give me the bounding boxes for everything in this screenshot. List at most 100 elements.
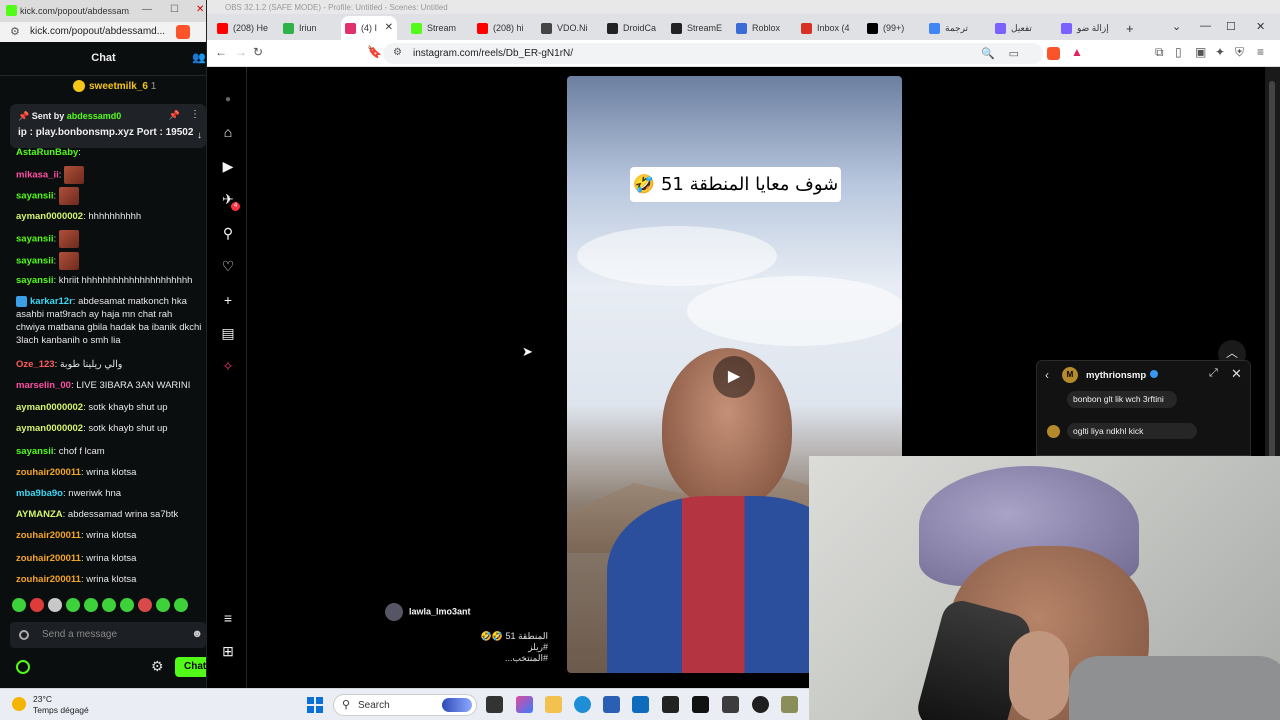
chat-username[interactable]: marselin_00 [16,380,71,391]
maximize-icon[interactable]: ☐ [170,4,179,15]
apps-icon[interactable]: ⊞ [220,643,236,659]
chat-username[interactable]: ayman0000002 [16,211,83,222]
quick-emote-icon[interactable] [66,598,80,612]
browser-tab[interactable]: (99+) [863,16,925,40]
vpn-icon[interactable]: ⛨ [1235,45,1244,60]
cast-icon[interactable]: ▭ [1009,47,1019,60]
chat-username[interactable]: ayman0000002 [16,423,83,434]
dm-chat-popup[interactable]: ‹ M mythrionsmp ⤢ ✕ bonbon glt lik wch 3… [1036,360,1251,456]
reel-description-line[interactable]: #ريلز [430,642,548,653]
chat-message[interactable]: zouhair200011: wrina klotsa [16,466,202,479]
browser-tab[interactable]: DroidCa [603,16,665,40]
kick-points-icon[interactable] [16,660,30,674]
browser-tab[interactable]: StreamE [667,16,729,40]
site-info-icon[interactable]: ⚙ [393,47,402,58]
extensions-icon[interactable]: ⧉ [1155,45,1164,60]
reload-icon[interactable]: ↻ [253,45,263,59]
quick-emote-icon[interactable] [12,598,26,612]
quick-emote-icon[interactable] [156,598,170,612]
dm-back-icon[interactable]: ‹ [1045,368,1049,382]
address-bar[interactable]: ⚙ instagram.com/reels/Db_ER-gN1rN/ 🔍 ▭ [383,43,1043,64]
chat-message[interactable]: AstaRunBaby: [16,148,202,159]
chat-username[interactable]: sayansii [16,275,54,286]
browser-tab[interactable]: ترجمة [925,16,987,40]
store-icon[interactable] [603,696,620,713]
browser-tab[interactable]: Iriun [279,16,341,40]
back-icon[interactable]: ← [215,45,227,59]
dm-avatar[interactable]: M [1062,367,1078,383]
chat-username[interactable]: AYMANZA [16,509,63,520]
emoji-picker-icon[interactable]: ☻ [191,628,203,640]
address-url[interactable]: instagram.com/reels/Db_ER-gN1rN/ [413,48,573,59]
chat-username[interactable]: zouhair200011 [16,530,81,541]
browser-tab[interactable]: Inbox (4 [797,16,859,40]
chat-message[interactable]: ayman0000002: sotk khayb shut up [16,401,202,414]
close-window-icon[interactable]: ✕ [1256,20,1265,33]
chat-message-input[interactable]: Send a message ☻ [10,622,206,648]
quick-emote-icon[interactable] [102,598,116,612]
chat-message[interactable]: ayman0000002: hhhhhhhhhh [16,210,202,223]
play-button-icon[interactable]: ▶ [713,356,755,398]
home-icon[interactable]: ⌂ [220,124,236,140]
chat-username[interactable]: mikasa_ii [16,170,59,181]
outlook-icon[interactable] [632,696,649,713]
dm-username[interactable]: mythrionsmp [1086,370,1146,381]
copilot-icon[interactable] [516,696,533,713]
browser-tab[interactable]: (208) hi [473,16,535,40]
browser-tab[interactable]: Roblox [732,16,794,40]
gifter-leaderboard[interactable]: sweetmilk_6 1 [0,77,206,97]
unpin-icon[interactable]: 📌 [169,110,180,121]
chat-username[interactable]: sayansii [16,256,54,267]
chat-username[interactable]: zouhair200011 [16,574,81,585]
chat-settings-gear-icon[interactable]: ⚙ [151,658,164,675]
chat-message[interactable]: sayansii: [16,187,202,205]
expand-pinned-icon[interactable]: ↓ [197,130,202,141]
quick-emote-icon[interactable] [138,598,152,612]
instagram-logo-icon[interactable]: ● [220,92,236,108]
menu-icon[interactable]: ≡ [1257,45,1264,59]
more-options-icon[interactable]: ⋮ [190,109,200,120]
chat-username[interactable]: sayansii [16,234,54,245]
chat-message[interactable]: marselin_00: LIVE 3IBARA 3AN WARINI [16,379,202,392]
close-icon[interactable]: ✕ [196,4,204,15]
edge-icon[interactable] [574,696,591,713]
chat-username[interactable]: zouhair200011 [16,467,81,478]
chat-username[interactable]: mba9ba9o [16,488,63,499]
chat-message[interactable]: mba9ba9o: nweriwk hna [16,487,202,500]
chat-message[interactable]: zouhair200011: wrina klotsa [16,529,202,542]
chat-username[interactable]: zouhair200011 [16,553,81,564]
quick-emote-icon[interactable] [174,598,188,612]
maximize-window-icon[interactable]: ☐ [1226,20,1236,33]
notifications-heart-icon[interactable]: ♡ [220,258,236,274]
chat-message[interactable]: mikasa_ii: [16,166,202,184]
chat-username[interactable]: sayansii [16,446,54,457]
tab-search-icon[interactable]: ⌄ [1172,20,1181,33]
quick-emote-icon[interactable] [48,598,62,612]
author-username[interactable]: lawla_lmo3ant [409,606,471,616]
quick-emote-row[interactable] [12,598,202,616]
app-icon[interactable] [781,696,798,713]
chat-message[interactable]: sayansii: [16,252,202,270]
chat-message[interactable]: karkar12r: abdesamat matkonch hka asahbi… [16,295,202,347]
chat-username[interactable]: sayansii [16,191,54,202]
reels-icon[interactable]: ▶ [220,158,236,174]
send-chat-button[interactable]: Chat [175,657,206,677]
more-menu-icon[interactable]: ≡ [220,610,236,626]
browser-tab[interactable]: (208) He [213,16,275,40]
kick-url[interactable]: kick.com/popout/abdessamd... [30,26,165,37]
users-icon[interactable]: 👥 [192,51,206,64]
dashboard-icon[interactable]: ▤ [220,325,236,341]
browser-tab[interactable]: Stream [407,16,469,40]
site-settings-icon[interactable]: ⚙ [10,25,20,38]
meta-ai-icon[interactable]: ✧ [220,358,236,374]
brave-rewards-icon[interactable]: ▲ [1071,45,1083,59]
quick-emote-icon[interactable] [120,598,134,612]
close-tab-icon[interactable]: ✕ [385,22,393,33]
start-button-icon[interactable] [307,697,323,713]
file-explorer-icon[interactable] [545,696,562,713]
chat-username[interactable]: ayman0000002 [16,402,83,413]
chat-username[interactable]: AstaRunBaby [16,148,78,158]
pinned-message[interactable]: 📌 Sent by abdessamd0 ip : play.bonbonsmp… [10,104,206,148]
capcut-icon[interactable] [692,696,709,713]
chat-message[interactable]: sayansii: chof f lcam [16,445,202,458]
